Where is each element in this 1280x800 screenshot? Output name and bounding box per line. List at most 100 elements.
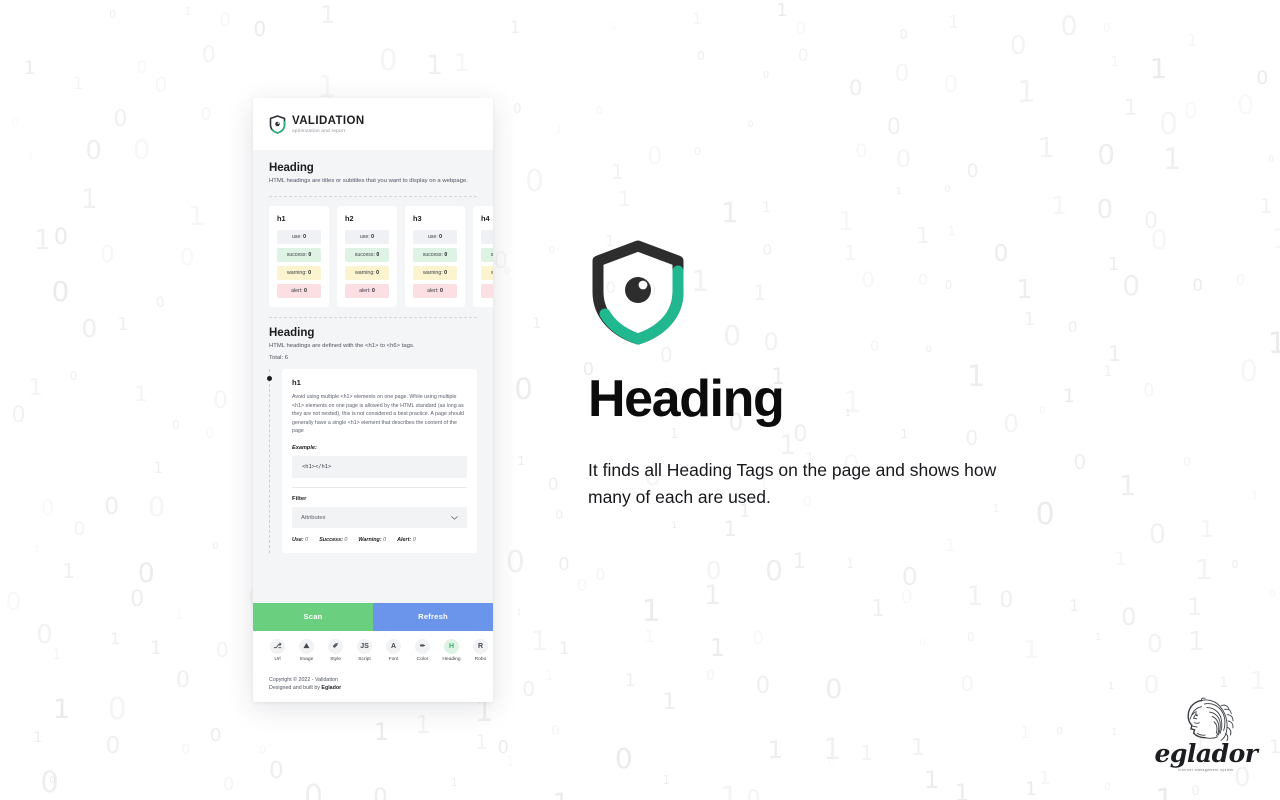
tag-card[interactable]: h3 use: 0 success: 0 warning: 0 alert: 0 [405,205,465,307]
stat-chip-alert: alert: 0 [413,283,457,298]
nav-item-style[interactable]: ✐ Style [321,638,350,662]
tag-card-name: h4 [481,213,490,223]
stat-label: warning: [355,269,375,276]
intro-description: HTML headings are titles or subtitles th… [269,178,468,184]
count-value: 0 [381,537,387,544]
stat-label: use: [427,233,438,240]
scan-button[interactable]: Scan [253,602,373,631]
stat-label: use: [291,233,302,240]
eglador-wordmark: eglador [1154,739,1258,768]
script-icon: JS [357,638,372,654]
stat-label: success: [490,251,493,258]
stat-value: 0 [306,251,312,258]
count-label: Warning: [358,537,382,544]
eglador-logo[interactable]: eglador internet management system [1154,697,1258,772]
heading-item-name: h1 [292,378,301,388]
counts-row: Use: 0 Success: 0 Warning: 0 Alert: 0 [292,537,467,543]
style-icon: ✐ [328,638,343,654]
heading-item-card[interactable]: h1 Avoid using multiple <h1> elements on… [282,369,477,554]
stat-value: 0 [374,251,380,258]
filter-select[interactable]: Attributes [292,507,467,529]
tag-card-name: h2 [345,213,354,223]
nav-item-heading[interactable]: H Heading [437,638,466,662]
nav-item-label: Script [358,656,371,662]
logo-text-block: VALIDATION optimization and report [292,115,365,134]
extension-body[interactable]: Heading HTML headings are titles or subt… [253,150,493,603]
stat-chip-use: use: 0 [413,229,457,244]
filter-select-value: Attributes [301,514,326,521]
spartan-helmet-icon [1175,697,1237,743]
stat-chip-success: success: 0 [413,247,457,262]
stat-label: alert: [291,287,303,294]
shield-eye-icon [588,240,688,345]
robots-icon: R [473,638,488,654]
stat-value: 0 [301,233,307,240]
logo-title: VALIDATION [292,114,365,127]
example-code: <h1></h1> [292,456,467,479]
nav-item-label: Font [388,656,399,662]
nav-item-image[interactable]: ⛰ Image [292,638,321,662]
divider-dashed [269,195,477,197]
nav-item-robo[interactable]: R Robo [466,638,493,662]
extension-footer: Copyright © 2022 - Validation Designed a… [253,667,493,702]
bottom-nav[interactable]: ⎇ Url ⛰ Image ✐ Style JS Script A Font ✒ Color H Head… [253,630,493,668]
stat-chip-use: use: 0 [345,229,389,244]
heading-icon: H [444,638,459,654]
divider-solid [292,487,467,489]
details-title: Heading [269,326,315,339]
count-label: Success: [319,537,343,544]
stat-value: 0 [442,251,448,258]
nav-icon-glyph: A [390,642,397,650]
stat-chip-warning: warning: 0 [345,265,389,280]
nav-item-label: Color [416,656,429,662]
filter-label: Filter [292,496,307,503]
nav-icon-glyph: JS [360,642,369,650]
credit-prefix: Designed and built by [269,684,322,691]
copyright-line: Copyright © 2022 - Validation [269,676,338,683]
hero-title: Heading [588,370,785,428]
nav-item-label: Style [330,656,341,662]
nav-item-font[interactable]: A Font [379,638,408,662]
eglador-tagline: internet management system [1178,768,1234,772]
stat-label: alert: [359,287,371,294]
nav-item-script[interactable]: JS Script [350,638,379,662]
stat-chip-alert: alert: 0 [277,283,321,298]
stat-value: 0 [302,287,307,294]
font-icon: A [386,638,401,654]
tag-card-name: h3 [413,213,422,223]
stat-label: alert: [427,287,439,294]
count-value: 0 [303,537,309,544]
validation-logo[interactable]: VALIDATION optimization and report [269,114,365,134]
stat-label: warning: [423,269,443,276]
page-root: VALIDATION optimization and report Headi… [0,0,1280,800]
nav-icon-glyph: R [477,642,484,650]
timeline-dot-icon [266,376,272,382]
nav-icon-glyph: ⛰ [303,642,310,650]
action-buttons: Scan Refresh [253,602,493,631]
credit-brand: Eglador [321,684,342,691]
count-item: Alert: 0 [397,537,416,543]
credit-line: Designed and built by Eglador [269,684,477,692]
count-item: Warning: 0 [358,537,386,543]
nav-item-url[interactable]: ⎇ Url [263,638,292,662]
nav-item-label: Heading [442,656,461,662]
refresh-button[interactable]: Refresh [373,602,493,631]
stat-label: warning: [491,270,493,276]
stat-label: success: [354,251,375,258]
stat-chip-success: success: 0 [481,247,493,262]
total-row: Total: 6 [269,355,477,361]
stat-label: use: [359,233,370,240]
tag-cards-row[interactable]: h1 use: 0 success: 0 warning: 0 alert: 0 h2 us… [269,205,493,307]
tag-card[interactable]: h4 use: 0 success: 0 warning: 0 alert: 0 [473,205,493,307]
count-value: 0 [411,537,416,544]
stat-value: 0 [374,269,379,276]
tag-card-name: h1 [277,213,286,223]
example-label: Example: [292,445,317,452]
intro-title: Heading [269,162,314,174]
total-label: Total: [269,355,284,362]
tag-card[interactable]: h1 use: 0 success: 0 warning: 0 alert: 0 [269,205,329,307]
details-description: HTML headings are defined with the <h1> … [269,342,415,349]
heading-timeline: h1 Avoid using multiple <h1> elements on… [266,369,477,554]
nav-item-color[interactable]: ✒ Color [408,638,437,662]
tag-card[interactable]: h2 use: 0 success: 0 warning: 0 alert: 0 [337,205,397,307]
